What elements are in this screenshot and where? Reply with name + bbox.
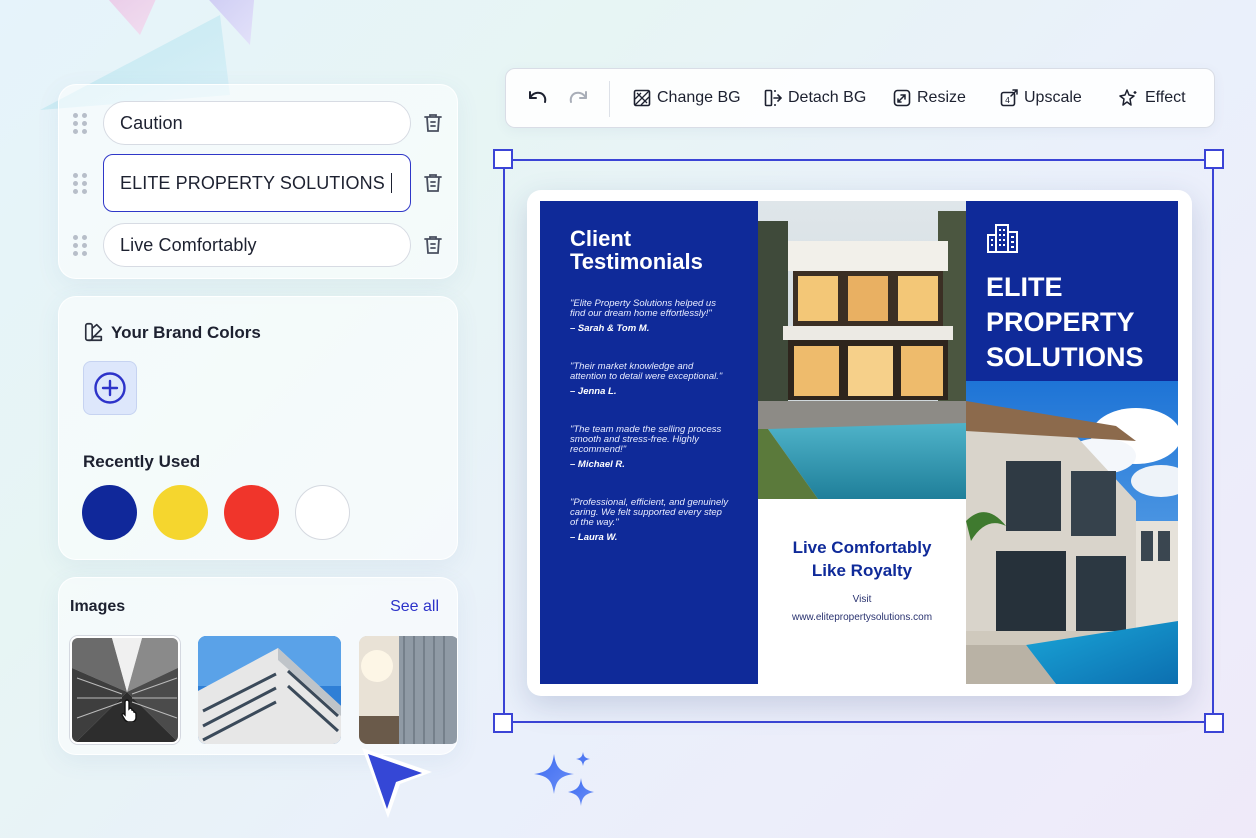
images-title: Images: [70, 598, 126, 615]
hand-cursor-icon: [121, 699, 137, 722]
text-field-value: ELITE PROPERTY SOLUTIONS: [120, 172, 385, 193]
resize-handle-bottom-right[interactable]: [1204, 713, 1224, 733]
images-panel: Images See all: [58, 577, 458, 755]
testimonial-author[interactable]: – Sarah & Tom M.: [570, 323, 758, 334]
upscale-label: Upscale: [1024, 89, 1082, 106]
sparkle-icon: [534, 752, 594, 806]
palette-icon: [84, 322, 103, 342]
detach-bg-label: Detach BG: [788, 89, 867, 106]
text-layer-row: Live Comfortably: [73, 222, 445, 268]
brand-colors-panel: Your Brand Colors Recently Used: [58, 296, 458, 560]
drag-handle-icon[interactable]: [73, 172, 87, 194]
change-bg-icon: [633, 89, 651, 107]
image-thumbnail[interactable]: [359, 636, 457, 744]
brochure: Client Testimonials "Elite Property Solu…: [540, 201, 1178, 684]
testimonial-author[interactable]: – Jenna L.: [570, 386, 758, 397]
text-field[interactable]: Caution: [103, 101, 411, 145]
change-bg-button[interactable]: Change BG: [633, 69, 741, 127]
testimonial-author[interactable]: – Laura W.: [570, 532, 758, 543]
tagline-line: Like Royalty: [811, 561, 913, 580]
brand-name[interactable]: ELITE PROPERTY SOLUTIONS: [986, 270, 1176, 375]
text-field[interactable]: Live Comfortably: [103, 223, 411, 267]
tagline-line: Live Comfortably: [792, 538, 932, 557]
plus-circle-icon: [94, 372, 126, 404]
center-panel[interactable]: Live Comfortably Like Royalty Visit www.…: [758, 201, 966, 684]
see-all-link[interactable]: See all: [390, 598, 439, 616]
image-thumbnail[interactable]: [198, 636, 341, 744]
brand-name-line: PROPERTY: [986, 307, 1135, 337]
text-layer-row: Caution: [73, 100, 445, 146]
effect-button[interactable]: Effect: [1119, 69, 1186, 127]
text-caret: [390, 173, 393, 193]
toolbar-divider: [609, 81, 610, 117]
text-layers-panel: Caution ELITE PROPERTY SOLUTIONS Live Co…: [58, 84, 458, 279]
trash-icon[interactable]: [421, 233, 445, 257]
color-swatch-blue[interactable]: [82, 485, 137, 540]
detach-bg-icon: [764, 89, 782, 107]
resize-handle-bottom-left[interactable]: [493, 713, 513, 733]
text-field-value: Live Comfortably: [120, 234, 257, 255]
testimonials-panel[interactable]: Client Testimonials "Elite Property Solu…: [540, 201, 758, 684]
redo-icon[interactable]: [566, 88, 590, 108]
visit-label[interactable]: Visit: [758, 594, 966, 605]
testimonials-title-line: Client: [570, 226, 632, 251]
color-swatch-red[interactable]: [224, 485, 279, 540]
image-toolbar: Change BG Detach BG Resize 4 Upscale Eff…: [505, 68, 1215, 128]
upscale-button[interactable]: 4 Upscale: [1000, 69, 1082, 127]
testimonials-title-line: Testimonials: [570, 249, 703, 274]
image-thumbnail[interactable]: [70, 636, 180, 744]
svg-text:4: 4: [1005, 96, 1010, 105]
testimonial-quote[interactable]: "Elite Property Solutions helped us find…: [570, 299, 732, 319]
brand-block[interactable]: ELITE PROPERTY SOLUTIONS: [966, 201, 1178, 381]
testimonial-quote[interactable]: "The team made the selling process smoot…: [570, 425, 732, 455]
testimonial-quote[interactable]: "Their market knowledge and attention to…: [570, 362, 732, 382]
text-field-value: Caution: [120, 112, 183, 133]
resize-handle-top-left[interactable]: [493, 149, 513, 169]
brand-name-line: ELITE: [986, 272, 1063, 302]
color-swatch-white[interactable]: [295, 485, 350, 540]
drag-handle-icon[interactable]: [73, 234, 87, 256]
testimonials-title[interactable]: Client Testimonials: [570, 227, 758, 273]
add-color-button[interactable]: [83, 361, 137, 415]
design-canvas[interactable]: Client Testimonials "Elite Property Solu…: [527, 190, 1192, 696]
villa-photo[interactable]: [966, 381, 1178, 684]
trash-icon[interactable]: [421, 111, 445, 135]
upscale-icon: 4: [1000, 89, 1018, 107]
text-layer-row: ELITE PROPERTY SOLUTIONS: [73, 154, 445, 212]
resize-button[interactable]: Resize: [893, 69, 966, 127]
pointer-cursor-icon: [362, 748, 432, 818]
drag-handle-icon[interactable]: [73, 112, 87, 134]
undo-icon[interactable]: [526, 88, 550, 108]
resize-label: Resize: [917, 89, 966, 106]
resize-icon: [893, 89, 911, 107]
resize-handle-top-right[interactable]: [1204, 149, 1224, 169]
text-field-active[interactable]: ELITE PROPERTY SOLUTIONS: [103, 154, 411, 212]
brand-panel[interactable]: ELITE PROPERTY SOLUTIONS: [966, 201, 1178, 684]
tagline[interactable]: Live Comfortably Like Royalty: [758, 536, 966, 582]
website-url[interactable]: www.elitepropertysolutions.com: [758, 612, 966, 623]
testimonial-quote[interactable]: "Professional, efficient, and genuinely …: [570, 498, 732, 528]
effect-icon: [1119, 89, 1137, 106]
color-swatch-yellow[interactable]: [153, 485, 208, 540]
detach-bg-button[interactable]: Detach BG: [764, 69, 866, 127]
testimonial-author[interactable]: – Michael R.: [570, 459, 758, 470]
brand-name-line: SOLUTIONS: [986, 342, 1144, 372]
building-logo-icon: [987, 224, 1018, 253]
recently-used-title: Recently Used: [83, 452, 201, 471]
brand-colors-title: Your Brand Colors: [111, 323, 261, 342]
house-photo[interactable]: [758, 201, 966, 499]
trash-icon[interactable]: [421, 171, 445, 195]
change-bg-label: Change BG: [657, 89, 741, 106]
effect-label: Effect: [1145, 89, 1186, 106]
